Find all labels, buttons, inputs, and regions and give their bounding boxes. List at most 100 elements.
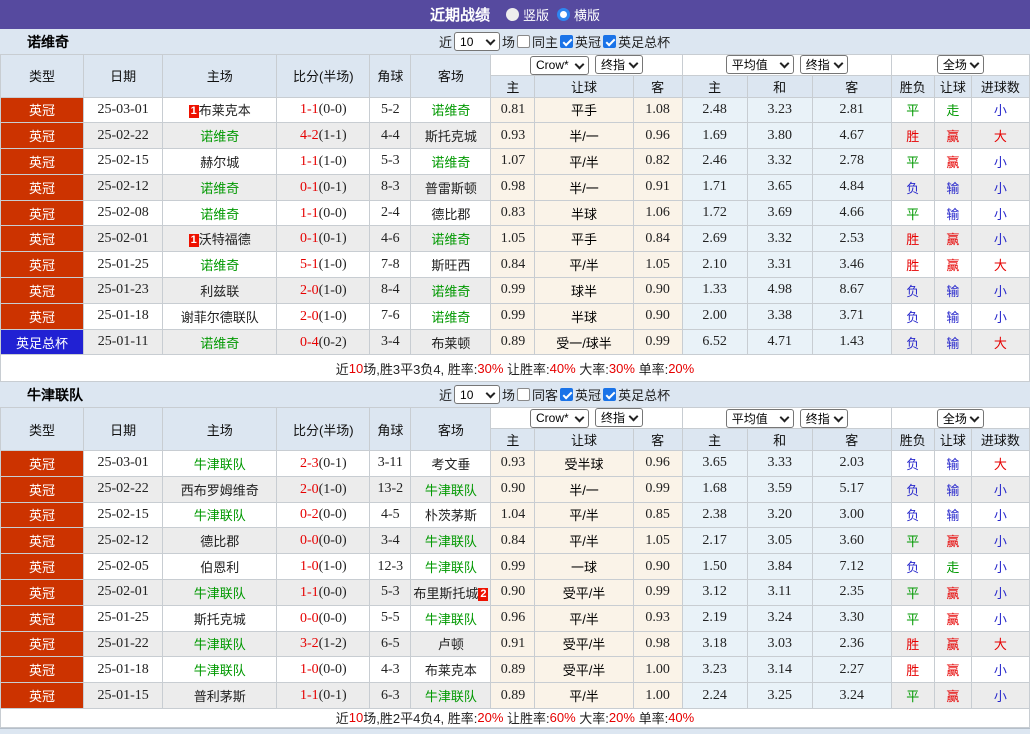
date-cell: 25-01-25 <box>83 604 164 632</box>
table-row: 英冠 25-02-08 诺维奇 1-1(0-0) 2-4 德比郡 0.83 半球 1.06 1.7… <box>0 199 1030 227</box>
avg-draw-cell: 3.32 <box>746 225 813 253</box>
result-cell: 负 <box>890 173 935 201</box>
avg-away-cell: 2.81 <box>811 96 892 124</box>
corner-cell: 5-3 <box>369 578 412 606</box>
odds-select[interactable]: 终指 <box>595 408 643 428</box>
corner-cell: 3-11 <box>369 449 412 477</box>
odds-select-value: 平均值 <box>731 411 768 426</box>
full-score: 1-0 <box>299 559 319 575</box>
odds-group-0: Crow* 终指 <box>490 54 683 76</box>
sub-header-1: 让球 <box>534 74 634 98</box>
games-label: 场 <box>502 35 516 50</box>
handicap-cell: 平/半 <box>534 251 634 279</box>
odds-select[interactable]: 终指 <box>595 55 643 74</box>
handicap-result-cell: 赢 <box>933 122 972 150</box>
recent-count-select[interactable]: 10 <box>454 32 501 51</box>
half-score: (0-0) <box>318 610 347 626</box>
odds-select-value: 全场 <box>942 58 967 73</box>
home-team-name: 斯托克城 <box>193 611 246 627</box>
half-score: (0-0) <box>318 205 347 221</box>
recent-label: 近 <box>439 35 453 50</box>
date-cell: 25-01-11 <box>83 328 164 356</box>
away-team-cell: 诺维奇 <box>410 302 492 330</box>
odds-group-2: 全场 <box>890 407 1030 429</box>
odds-away-cell: 0.84 <box>632 225 683 253</box>
avg-away-cell: 2.35 <box>811 578 892 606</box>
odds-select[interactable]: 全场 <box>936 408 984 428</box>
odds-home-cell: 0.91 <box>490 630 536 658</box>
away-team-cell: 斯旺西 <box>410 251 492 279</box>
corner-cell: 8-3 <box>369 173 412 201</box>
odds-select[interactable]: 终指 <box>799 408 848 428</box>
corner-cell: 5-3 <box>369 148 412 175</box>
avg-draw-cell: 3.14 <box>746 656 813 684</box>
league-type-cell: 英冠 <box>0 173 85 201</box>
avg-draw-cell: 3.25 <box>746 682 813 709</box>
same-venue-checkbox[interactable] <box>517 35 531 48</box>
score-cell: 0-1(0-1) <box>276 225 371 253</box>
league2-checkbox[interactable] <box>603 35 617 48</box>
score-cell: 3-2(1-2) <box>276 630 371 658</box>
home-team-cell: 德比郡 <box>162 527 278 555</box>
corner-cell: 7-8 <box>369 251 412 279</box>
odds-home-cell: 0.83 <box>490 199 536 227</box>
result-cell: 平 <box>890 148 935 175</box>
odds-select[interactable]: Crow* <box>530 55 589 75</box>
league2-checkbox[interactable] <box>603 388 617 402</box>
league2-label: 英足总杯 <box>618 35 671 50</box>
team-section: 诺维奇近 10 场同主 英冠 英足总杯 类型 日期 主场 比分(半场) 角球 客场 Crow* 终指 平均… <box>0 29 1030 383</box>
odds-select-value: 终指 <box>601 411 626 426</box>
handicap-cell: 半球 <box>534 199 634 227</box>
score-cell: 4-2(1-1) <box>276 122 371 150</box>
avg-away-cell: 4.67 <box>811 122 892 150</box>
odds-group-1: 平均值 终指 <box>681 407 892 429</box>
summary-segment: 10 <box>348 360 364 376</box>
league1-checkbox[interactable] <box>560 388 574 402</box>
odds-select[interactable]: 平均值 <box>725 408 794 428</box>
away-team-cell: 牛津联队 <box>410 527 492 555</box>
table-row: 英冠 25-01-23 利兹联 2-0(1-0) 8-4 诺维奇 0.99 球半 0.90 1.3… <box>0 277 1030 304</box>
avg-home-cell: 2.00 <box>681 302 748 330</box>
odds-away-cell: 0.85 <box>632 501 683 529</box>
goals-result-cell: 小 <box>970 553 1030 580</box>
half-score: (0-2) <box>318 334 347 350</box>
league-type-cell: 英冠 <box>0 225 85 253</box>
home-team-cell: 牛津联队 <box>162 656 278 684</box>
vertical-label[interactable]: 竖版 <box>523 5 549 24</box>
home-team-cell: 1 沃特福德 <box>162 225 278 253</box>
odds-select[interactable]: 终指 <box>799 55 848 75</box>
home-team-cell: 普利茅斯 <box>162 682 278 709</box>
odds-select-value: 全场 <box>942 411 967 426</box>
odds-select[interactable]: 全场 <box>936 55 984 75</box>
half-score: (1-0) <box>318 153 347 169</box>
home-team-name: 谢菲尔德联队 <box>180 309 259 325</box>
radio-horizontal-icon[interactable] <box>557 8 570 21</box>
odds-home-cell: 0.90 <box>490 578 536 606</box>
odds-away-cell: 1.05 <box>632 251 683 279</box>
odds-select-value: 终指 <box>805 58 830 73</box>
corner-cell: 3-4 <box>369 527 412 555</box>
home-team-cell: 诺维奇 <box>162 122 278 150</box>
handicap-result-cell: 输 <box>933 501 972 529</box>
recent-count-select[interactable]: 10 <box>454 385 501 405</box>
corner-cell: 5-2 <box>369 96 412 124</box>
league1-checkbox[interactable] <box>560 35 574 48</box>
avg-home-cell: 2.17 <box>681 527 748 555</box>
league-type-cell: 英冠 <box>0 251 85 279</box>
radio-vertical-icon[interactable] <box>505 8 519 21</box>
date-cell: 25-02-22 <box>83 122 164 150</box>
result-cell: 胜 <box>890 630 935 658</box>
full-score: 2-0 <box>299 481 319 497</box>
odds-home-cell: 1.04 <box>490 501 536 529</box>
horizontal-label[interactable]: 横版 <box>574 5 600 24</box>
results-table: 类型 日期 主场 比分(半场) 角球 客场 Crow* 终指 平均值 终指 全场主让球客主和客胜负让… <box>0 407 1030 709</box>
same-venue-checkbox[interactable] <box>517 388 531 402</box>
score-cell: 1-0(1-0) <box>276 553 371 580</box>
odds-select[interactable]: Crow* <box>530 408 589 428</box>
summary-segment: 20% <box>608 710 635 726</box>
odds-select-value: Crow* <box>536 58 569 72</box>
handicap-cell: 平手 <box>534 96 634 124</box>
corner-cell: 3-4 <box>369 328 412 356</box>
odds-select[interactable]: 平均值 <box>725 55 794 75</box>
table-row: 英冠 25-02-12 德比郡 0-0(0-0) 3-4 牛津联队 0.84 平/半 1.05 2… <box>0 527 1030 555</box>
